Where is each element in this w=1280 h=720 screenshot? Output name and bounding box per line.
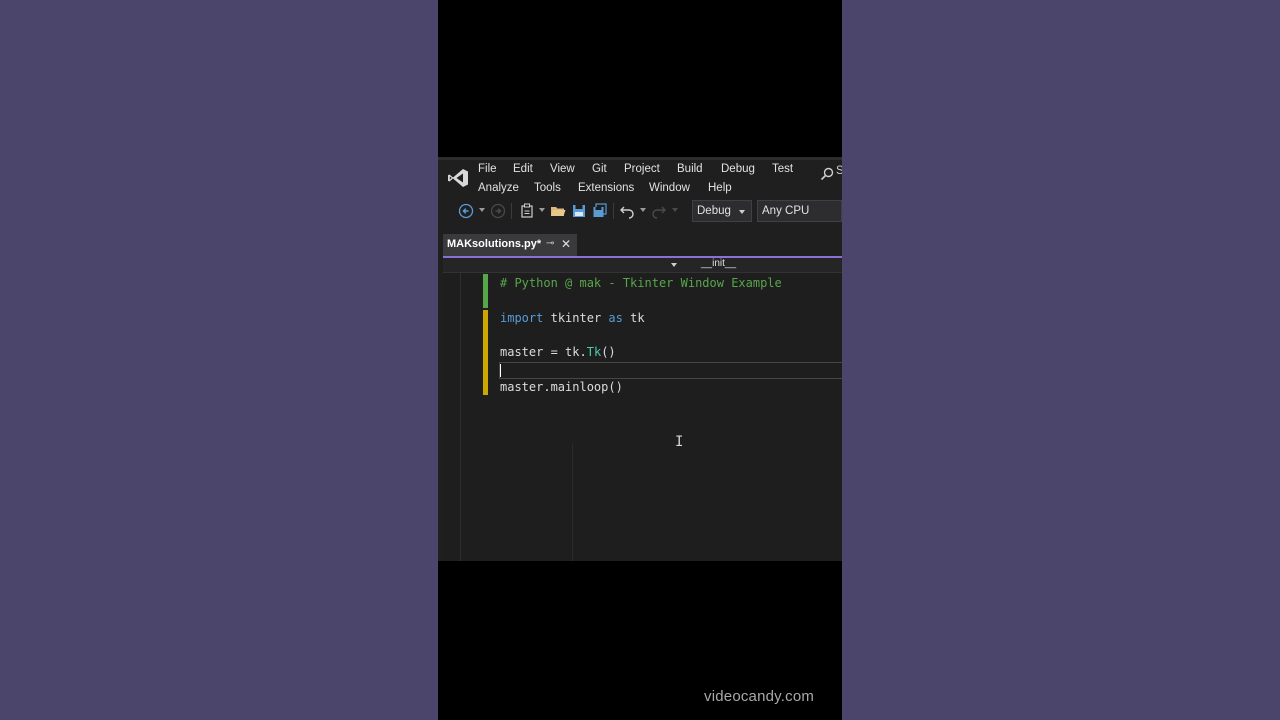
- menu-tools[interactable]: Tools: [534, 182, 561, 194]
- visual-studio-logo-icon: [448, 169, 468, 187]
- member-dropdown[interactable]: __init__: [701, 258, 736, 269]
- toolbar-separator: [511, 203, 512, 219]
- new-project-icon[interactable]: [519, 203, 535, 219]
- menu-view[interactable]: View: [550, 163, 575, 175]
- variable-name: master: [500, 345, 544, 359]
- document-tab-strip: MAKsolutions.py* ⊸ ✕: [443, 234, 842, 258]
- close-icon[interactable]: ✕: [561, 237, 571, 251]
- code-line-import[interactable]: import tkinter as tk: [500, 310, 645, 326]
- module-name: tkinter: [550, 311, 602, 325]
- menu-window[interactable]: Window: [649, 182, 690, 194]
- keyword-import: import: [500, 311, 544, 325]
- menu-extensions[interactable]: Extensions: [578, 182, 634, 194]
- back-dropdown-caret[interactable]: [479, 208, 485, 212]
- menu-help[interactable]: Help: [708, 182, 732, 194]
- menu-project[interactable]: Project: [624, 163, 660, 175]
- mouse-ibeam-cursor: I: [675, 434, 684, 450]
- menu-file[interactable]: File: [478, 163, 497, 175]
- open-folder-icon[interactable]: [550, 203, 566, 219]
- editor-margin-line: [460, 273, 461, 561]
- new-project-dropdown-caret[interactable]: [539, 208, 545, 212]
- redo-icon[interactable]: [651, 203, 667, 219]
- chevron-down-icon[interactable]: [671, 263, 677, 267]
- platform-value: Any CPU: [762, 205, 810, 217]
- current-line-highlight: [499, 362, 842, 379]
- undo-icon[interactable]: [619, 203, 635, 219]
- indent-guide: [572, 443, 573, 561]
- class-name: Tk: [586, 345, 602, 359]
- tab-maksolutions-py[interactable]: MAKsolutions.py* ⊸ ✕: [443, 234, 577, 256]
- configuration-dropdown[interactable]: Debug: [692, 200, 752, 222]
- video-frame: File Edit View Git Project Build Debug T…: [438, 0, 842, 720]
- text-caret: [500, 364, 501, 377]
- menu-build[interactable]: Build: [677, 163, 703, 175]
- code-line-mainloop[interactable]: master.mainloop(): [500, 379, 623, 395]
- window-top-border: [438, 157, 842, 160]
- background-right-panel: [842, 0, 1280, 720]
- redo-dropdown-caret[interactable]: [672, 208, 678, 212]
- code-line-comment[interactable]: # Python @ mak - Tkinter Window Example: [500, 275, 782, 291]
- menu-analyze[interactable]: Analyze: [478, 182, 519, 194]
- toolbar-separator: [613, 203, 614, 219]
- menu-edit[interactable]: Edit: [513, 163, 533, 175]
- pin-icon[interactable]: ⊸: [546, 238, 554, 249]
- assign-operator: =: [543, 345, 566, 359]
- undo-dropdown-caret[interactable]: [640, 208, 646, 212]
- watermark-text: videocandy.com: [704, 688, 815, 705]
- forward-icon[interactable]: [490, 203, 506, 219]
- search-icon[interactable]: [819, 166, 835, 182]
- navigation-bar: __init__: [443, 258, 842, 273]
- call-parens: (): [601, 345, 616, 359]
- save-all-icon[interactable]: [592, 203, 608, 219]
- keyword-as: as: [608, 311, 623, 325]
- visual-studio-window: File Edit View Git Project Build Debug T…: [438, 157, 842, 561]
- object-ref: tk.: [565, 345, 587, 359]
- search-label-fragment[interactable]: S: [836, 165, 842, 177]
- menu-debug[interactable]: Debug: [721, 163, 755, 175]
- unsaved-change-marker: [483, 310, 488, 395]
- saved-change-marker: [483, 274, 488, 308]
- code-line-assign[interactable]: master = tk.Tk(): [500, 344, 616, 360]
- menu-test[interactable]: Test: [772, 163, 793, 175]
- module-alias: tk: [630, 311, 645, 325]
- save-icon[interactable]: [571, 203, 587, 219]
- platform-dropdown[interactable]: Any CPU: [757, 200, 842, 222]
- menu-git[interactable]: Git: [592, 163, 607, 175]
- chevron-down-icon: [739, 210, 745, 214]
- background-left-panel: [0, 0, 438, 720]
- configuration-value: Debug: [697, 205, 731, 217]
- back-icon[interactable]: [458, 203, 474, 219]
- tab-title: MAKsolutions.py*: [447, 238, 542, 250]
- code-editor[interactable]: # Python @ mak - Tkinter Window Example …: [443, 273, 842, 561]
